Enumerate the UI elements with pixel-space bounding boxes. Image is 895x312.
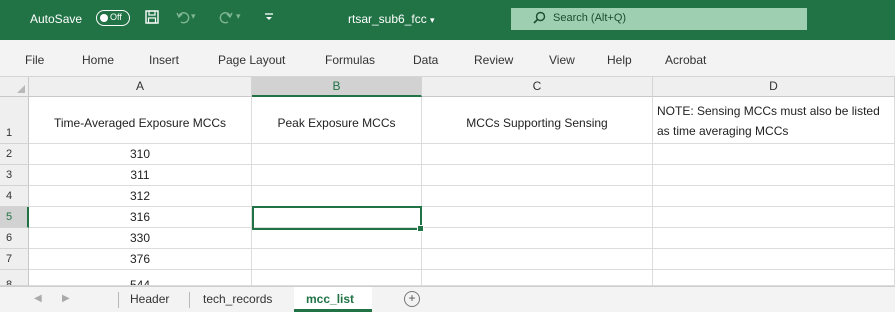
cell-b8[interactable] <box>252 270 422 286</box>
cell-d4[interactable] <box>653 186 895 207</box>
row-header-6[interactable]: 6 <box>0 228 29 249</box>
cell-c1[interactable]: MCCs Supporting Sensing <box>422 97 653 144</box>
cell-d6[interactable] <box>653 228 895 249</box>
cell-d1[interactable]: NOTE: Sensing MCCs must also be listed a… <box>653 97 895 144</box>
cell-b3[interactable] <box>252 165 422 186</box>
add-sheet-icon[interactable]: + <box>404 291 420 307</box>
column-header-d[interactable]: D <box>653 77 895 97</box>
cell-b1[interactable]: Peak Exposure MCCs <box>252 97 422 144</box>
file-name-chevron-icon: ▾ <box>430 15 435 25</box>
cell-d8[interactable] <box>653 270 895 286</box>
cell-b6[interactable] <box>252 228 422 249</box>
cell-a5[interactable]: 316 <box>29 207 252 228</box>
row-header-1[interactable]: 1 <box>0 97 29 144</box>
cell-a8[interactable]: 544 <box>29 270 252 286</box>
file-name[interactable]: rtsar_sub6_fcc ▾ <box>348 12 435 26</box>
search-placeholder: Search (Alt+Q) <box>553 12 627 24</box>
row-header-3[interactable]: 3 <box>0 165 29 186</box>
cell-b4[interactable] <box>252 186 422 207</box>
toggle-knob <box>100 13 108 22</box>
autosave-toggle[interactable]: Off <box>96 10 130 26</box>
cell-c3[interactable] <box>422 165 653 186</box>
row-header-4[interactable]: 4 <box>0 186 29 207</box>
cell-d5[interactable] <box>653 207 895 228</box>
autosave-label: AutoSave <box>30 12 83 26</box>
tab-review[interactable]: Review <box>474 53 513 67</box>
search-icon <box>533 11 546 27</box>
fill-handle[interactable] <box>417 225 424 232</box>
cell-c5[interactable] <box>422 207 653 228</box>
cell-c4[interactable] <box>422 186 653 207</box>
cell-d3[interactable] <box>653 165 895 186</box>
tab-help[interactable]: Help <box>607 53 632 67</box>
undo-dropdown-icon[interactable]: ▾ <box>191 11 196 22</box>
cell-c6[interactable] <box>422 228 653 249</box>
save-icon[interactable] <box>145 10 159 27</box>
cell-c8[interactable] <box>422 270 653 286</box>
customize-qat-icon[interactable] <box>264 11 274 26</box>
cell-a2[interactable]: 310 <box>29 144 252 165</box>
tab-view[interactable]: View <box>549 53 575 67</box>
sheet-tab-bar: ◀ ▶ Header tech_records mcc_list + <box>0 286 895 312</box>
select-all-button[interactable] <box>0 77 29 97</box>
cell-a3[interactable]: 311 <box>29 165 252 186</box>
row-header-8[interactable]: 8 <box>0 270 29 286</box>
sheet-scroll-right-icon[interactable]: ▶ <box>62 293 70 304</box>
redo-icon[interactable] <box>219 10 233 27</box>
row-header-5[interactable]: 5 <box>0 207 29 228</box>
row-header-2[interactable]: 2 <box>0 144 29 165</box>
tab-page-layout[interactable]: Page Layout <box>218 53 285 67</box>
cell-a7[interactable]: 376 <box>29 249 252 270</box>
cell-a4[interactable]: 312 <box>29 186 252 207</box>
sheet-tab-mcc-list[interactable]: mcc_list <box>306 292 354 306</box>
cell-d2[interactable] <box>653 144 895 165</box>
sheet-tab-header[interactable]: Header <box>130 292 169 306</box>
file-name-text: rtsar_sub6_fcc <box>348 12 427 26</box>
cell-a1[interactable]: Time-Averaged Exposure MCCs <box>29 97 252 144</box>
row-header-7[interactable]: 7 <box>0 249 29 270</box>
search-box[interactable]: Search (Alt+Q) <box>511 8 807 30</box>
autosave-state: Off <box>110 12 122 22</box>
cell-a6[interactable]: 330 <box>29 228 252 249</box>
column-header-c[interactable]: C <box>422 77 653 97</box>
column-header-a[interactable]: A <box>29 77 252 97</box>
tab-file[interactable]: File <box>25 53 44 67</box>
cell-c2[interactable] <box>422 144 653 165</box>
tab-separator <box>118 292 119 308</box>
tab-data[interactable]: Data <box>413 53 438 67</box>
tab-separator <box>189 292 190 308</box>
ribbon-tabs: File Home Insert Page Layout Formulas Da… <box>0 40 895 77</box>
undo-icon[interactable] <box>176 10 190 27</box>
title-bar: AutoSave Off ▾ ▾ rtsar_sub6_fcc ▾ Search… <box>0 0 895 40</box>
sheet-tab-tech-records[interactable]: tech_records <box>203 292 272 306</box>
cell-b7[interactable] <box>252 249 422 270</box>
tab-home[interactable]: Home <box>82 53 114 67</box>
tab-acrobat[interactable]: Acrobat <box>665 53 706 67</box>
tab-insert[interactable]: Insert <box>149 53 179 67</box>
cell-d7[interactable] <box>653 249 895 270</box>
select-all-triangle-icon <box>17 85 25 93</box>
cell-c7[interactable] <box>422 249 653 270</box>
cell-b2[interactable] <box>252 144 422 165</box>
redo-dropdown-icon[interactable]: ▾ <box>236 11 241 22</box>
sheet-scroll-left-icon[interactable]: ◀ <box>34 293 42 304</box>
tab-formulas[interactable]: Formulas <box>325 53 375 67</box>
column-header-b[interactable]: B <box>252 77 422 97</box>
active-cell-b5[interactable] <box>252 206 424 232</box>
